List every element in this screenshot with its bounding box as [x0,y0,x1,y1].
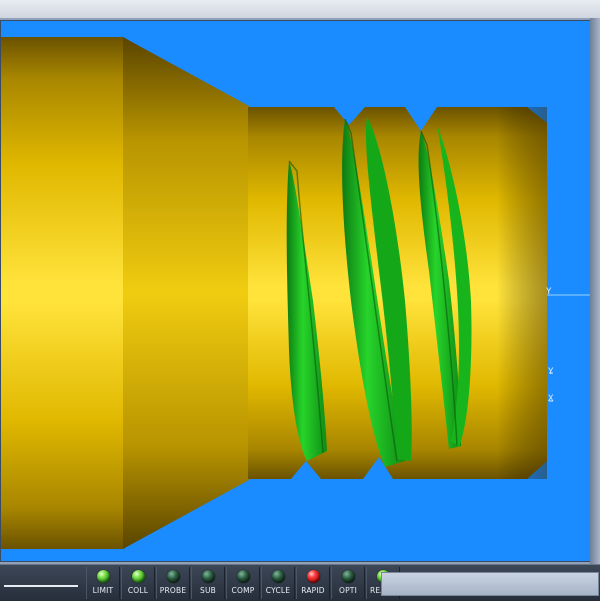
lathe-simulation-scene [1,37,591,549]
indicator-label: SUB [200,586,216,595]
axis-label-y-lower: Y [548,367,554,377]
indicator-probe: PROBE [156,567,190,599]
axis-label-x: X [548,394,554,404]
sub-led-icon [201,570,215,583]
window-top-strip [0,0,600,19]
indicator-label: OPTI [338,586,358,595]
status-indicators: LIMITCOLLPROBESUBCOMPCYCLERAPIDOPTIREADY [86,567,401,599]
coll-led-icon [131,570,145,583]
indicator-limit: LIMIT [86,567,120,599]
cycle-led-icon [271,570,285,583]
workpiece-taper [123,37,249,549]
axis-label-y-upper: Y [546,287,552,297]
simulation-viewport[interactable]: Y Y X [0,20,592,562]
status-bar: LIMITCOLLPROBESUBCOMPCYCLERAPIDOPTIREADY [0,564,600,601]
indicator-label: PROBE [159,586,187,595]
indicator-sub: SUB [191,567,225,599]
indicator-coll: COLL [121,567,155,599]
indicator-comp: COMP [226,567,260,599]
rapid-led-icon [306,570,320,583]
indicator-label: COMP [231,586,255,595]
workpiece-large-diameter [1,37,124,549]
probe-led-icon [166,570,180,583]
indicator-rapid: RAPID [296,567,330,599]
status-progress-line [4,585,78,587]
indicator-label: CYCLE [265,586,291,595]
indicator-label: RAPID [301,586,325,595]
status-message-field [381,572,599,596]
indicator-label: LIMIT [92,586,114,595]
status-progress-track [0,571,84,595]
viewport-right-border [590,18,600,564]
limit-led-icon [96,570,110,583]
indicator-label: COLL [127,586,149,595]
comp-led-icon [236,570,250,583]
indicator-cycle: CYCLE [261,567,295,599]
indicator-opti: OPTI [331,567,365,599]
opti-led-icon [341,570,355,583]
